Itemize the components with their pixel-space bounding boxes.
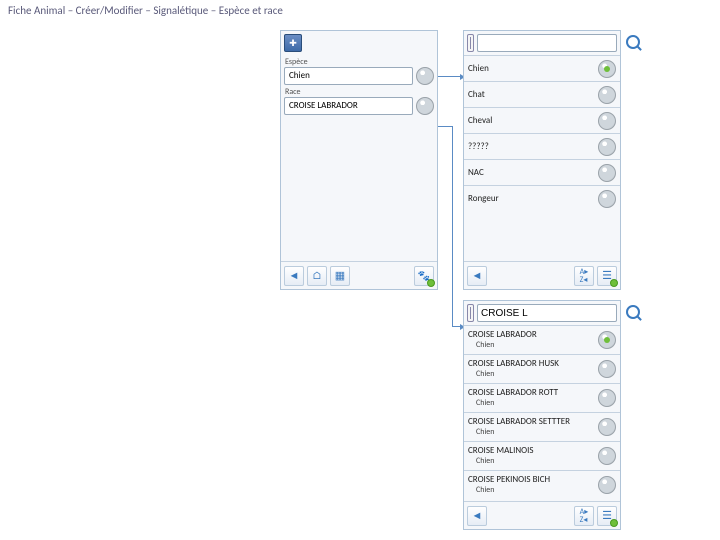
panel-animal-form: ✚ Espèce Chien Race CROISE LABRADOR	[280, 30, 438, 290]
list-icon	[467, 34, 474, 52]
race-row-label: CROISE PEKINOIS BICHChien	[468, 474, 594, 496]
race-row[interactable]: CROISE LABRADOR HUSKChien	[464, 354, 620, 383]
race-row-label: CROISE LABRADORChien	[468, 329, 594, 351]
species-row[interactable]: Rongeur	[464, 185, 620, 211]
race-row[interactable]: CROISE LABRADOR ROTTChien	[464, 383, 620, 412]
race-select-button[interactable]	[598, 476, 616, 494]
species-add-button[interactable]: ☰	[597, 266, 617, 286]
species-row[interactable]: Chien	[464, 55, 620, 81]
field-espece-picker-button[interactable]	[416, 67, 434, 85]
panel-race-picker: CROISE LABRADORChien CROISE LABRADOR HUSK…	[463, 300, 621, 530]
species-toolbar: A▸Z◂ ☰	[464, 261, 620, 289]
page-title: Fiche Animal – Créer/Modifier – Signalét…	[8, 4, 283, 17]
race-select-button[interactable]	[598, 447, 616, 465]
race-row[interactable]: CROISE LABRADOR SETTTERChien	[464, 412, 620, 441]
field-espece-label: Espèce	[284, 57, 434, 67]
connector-species	[438, 76, 464, 77]
race-row[interactable]: CROISE PEKINOIS BICHChien	[464, 470, 620, 499]
race-searchbar	[464, 301, 620, 325]
species-row-label: Chat	[468, 89, 594, 100]
species-select-button[interactable]	[598, 190, 616, 208]
species-select-button[interactable]	[598, 60, 616, 78]
race-row-label: CROISE LABRADOR HUSKChien	[468, 358, 594, 380]
field-espece: Espèce Chien	[284, 57, 434, 85]
race-row[interactable]: CROISE LABRADORChien	[464, 325, 620, 354]
search-icon[interactable]	[626, 35, 644, 53]
race-search-input[interactable]	[477, 304, 617, 322]
field-espece-value[interactable]: Chien	[284, 67, 413, 85]
race-add-button[interactable]: ☰	[597, 506, 617, 526]
race-list: CROISE LABRADORChien CROISE LABRADOR HUSK…	[464, 325, 620, 499]
field-race-label: Race	[284, 87, 434, 97]
species-row[interactable]: NAC	[464, 159, 620, 185]
species-row-label: NAC	[468, 167, 594, 178]
species-select-button[interactable]	[598, 164, 616, 182]
species-back-button[interactable]	[467, 266, 487, 286]
field-race-value[interactable]: CROISE LABRADOR	[284, 97, 413, 115]
species-list: Chien Chat Cheval????? NAC Rongeur	[464, 55, 620, 211]
race-row[interactable]: CROISE MALINOISChien	[464, 441, 620, 470]
species-sort-button[interactable]: A▸Z◂	[574, 266, 594, 286]
race-select-button[interactable]	[598, 418, 616, 436]
field-race: Race CROISE LABRADOR	[284, 87, 434, 115]
species-searchbar	[464, 31, 620, 55]
race-row-sub: Chien	[476, 340, 594, 351]
form-toolbar	[281, 261, 437, 289]
search-icon[interactable]	[626, 305, 644, 323]
race-row-label: CROISE LABRADOR SETTTERChien	[468, 416, 594, 438]
species-row[interactable]: Chat	[464, 81, 620, 107]
connector-race-a	[438, 126, 452, 127]
species-row[interactable]: ?????	[464, 133, 620, 159]
race-row-sub: Chien	[476, 398, 594, 409]
form-topbar: ✚	[281, 31, 437, 55]
species-select-button[interactable]	[598, 112, 616, 130]
race-row-sub: Chien	[476, 369, 594, 380]
field-race-picker-button[interactable]	[416, 97, 434, 115]
add-animal-button[interactable]	[414, 266, 434, 286]
species-select-button[interactable]	[598, 86, 616, 104]
species-row-label: Cheval	[468, 115, 594, 126]
panel-badge-icon: ✚	[284, 34, 302, 52]
race-row-label: CROISE MALINOISChien	[468, 445, 594, 467]
species-row-label: ?????	[468, 141, 594, 152]
race-toolbar: A▸Z◂ ☰	[464, 501, 620, 529]
race-row-sub: Chien	[476, 427, 594, 438]
list-icon	[467, 304, 474, 322]
species-search-input[interactable]	[477, 34, 617, 52]
race-row-sub: Chien	[476, 456, 594, 467]
grid-button[interactable]	[330, 266, 350, 286]
race-select-button[interactable]	[598, 331, 616, 349]
race-row-label: CROISE LABRADOR ROTTChien	[468, 387, 594, 409]
species-row[interactable]: Cheval	[464, 107, 620, 133]
race-row-sub: Chien	[476, 485, 594, 496]
race-select-button[interactable]	[598, 389, 616, 407]
panel-species-picker: Chien Chat Cheval????? NAC Rongeur A▸Z◂ ☰	[463, 30, 621, 290]
home-button[interactable]	[307, 266, 327, 286]
race-sort-button[interactable]: A▸Z◂	[574, 506, 594, 526]
species-select-button[interactable]	[598, 138, 616, 156]
species-row-label: Rongeur	[468, 193, 594, 204]
race-select-button[interactable]	[598, 360, 616, 378]
back-button[interactable]	[284, 266, 304, 286]
race-back-button[interactable]	[467, 506, 487, 526]
connector-race-b	[452, 126, 453, 326]
species-row-label: Chien	[468, 63, 594, 74]
